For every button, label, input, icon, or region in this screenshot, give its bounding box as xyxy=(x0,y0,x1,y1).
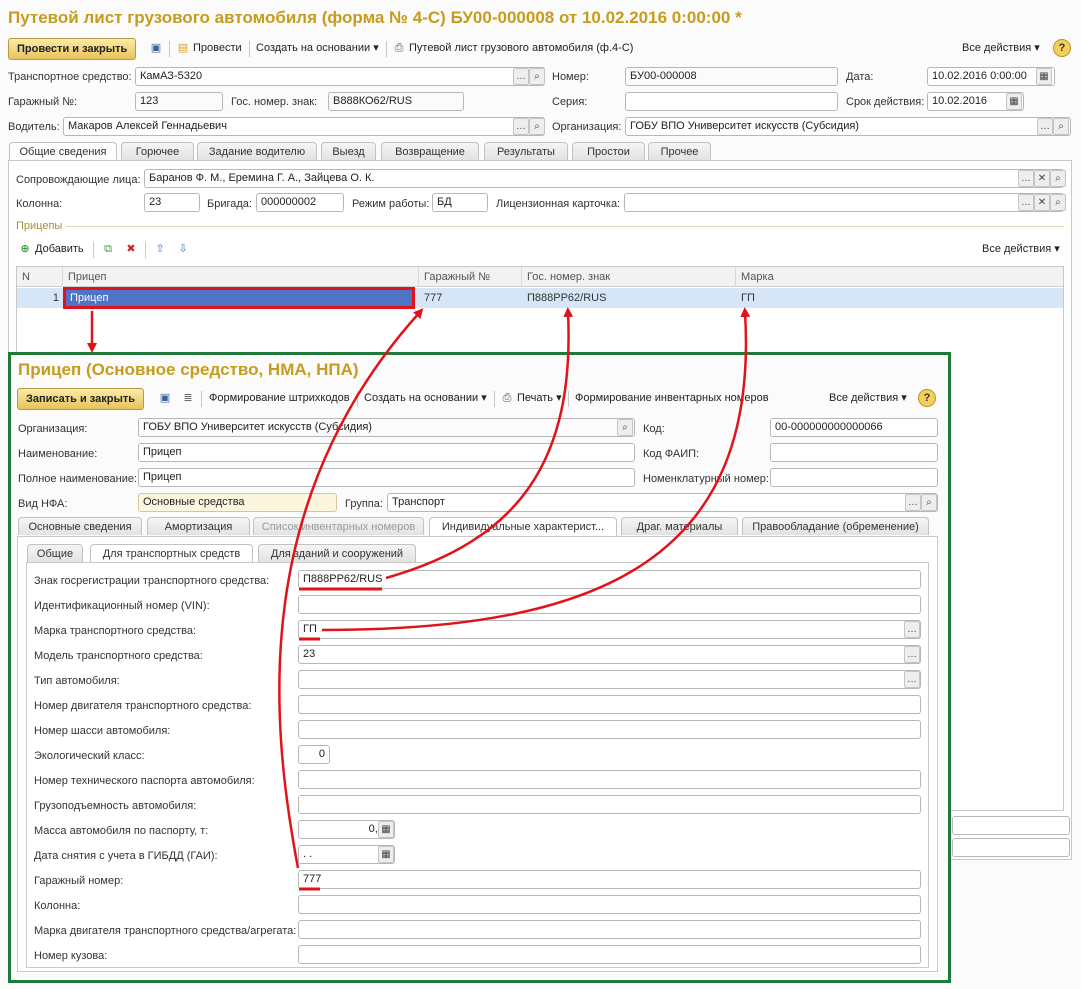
arrow-brand xyxy=(321,307,751,632)
annotation-overlay xyxy=(87,307,751,891)
arrow-plate xyxy=(385,307,574,580)
